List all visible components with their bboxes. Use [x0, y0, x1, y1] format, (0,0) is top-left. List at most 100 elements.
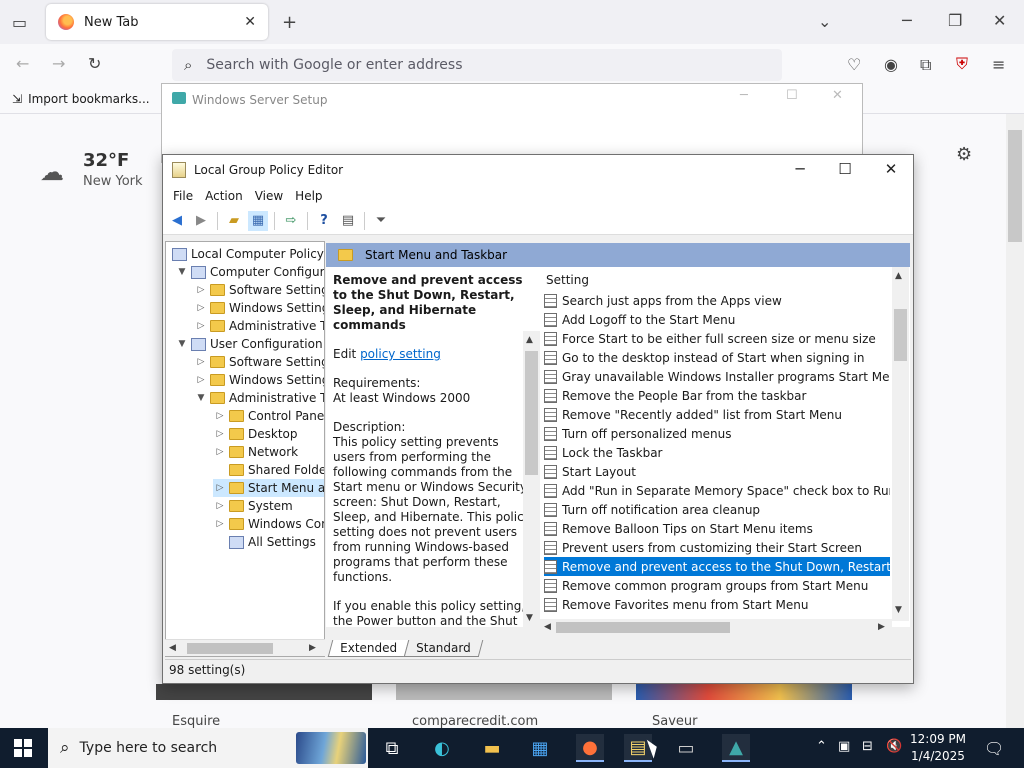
tree-item[interactable]: Shared Folders: [213, 461, 324, 479]
expand-icon[interactable]: ▷: [213, 519, 227, 529]
tab-standard[interactable]: Standard: [403, 640, 483, 657]
tree-item[interactable]: ▷ Network: [213, 443, 299, 461]
tree-item[interactable]: ▷ Windows Components: [213, 515, 324, 533]
gpe-close-icon[interactable]: ✕: [876, 160, 906, 178]
help-icon[interactable]: ?: [314, 211, 334, 231]
back-icon[interactable]: ←: [16, 54, 29, 73]
tree-scroll-thumb[interactable]: [187, 643, 273, 654]
show-hide-tree-icon[interactable]: ▦: [248, 210, 268, 231]
tile-image-saveur[interactable]: [636, 684, 852, 700]
volume-muted-icon[interactable]: 🔇: [886, 739, 902, 754]
up-folder-icon[interactable]: ▰: [224, 211, 244, 231]
policy-setting-row[interactable]: Remove Favorites menu from Start Menu: [544, 595, 890, 614]
tree-item[interactable]: ▷ Administrative Templates: [194, 317, 324, 335]
firefox-taskbar-icon[interactable]: ●: [576, 734, 604, 762]
ublock-icon[interactable]: ⛨: [956, 54, 968, 74]
start-button[interactable]: [14, 739, 32, 757]
policy-setting-row[interactable]: Go to the desktop instead of Start when …: [544, 348, 890, 367]
menu-view[interactable]: View: [249, 189, 289, 203]
tree-item[interactable]: ▼ User Configuration: [175, 335, 323, 353]
tab-extended[interactable]: Extended: [327, 640, 410, 657]
forward-arrow-icon[interactable]: ▶: [191, 211, 211, 231]
policy-setting-row[interactable]: Prevent users from customizing their Sta…: [544, 538, 890, 557]
page-scrollbar-thumb[interactable]: [1008, 130, 1022, 242]
filter-icon[interactable]: ⏷: [371, 211, 391, 231]
minimize-icon[interactable]: ─: [902, 11, 912, 30]
setup-maximize-icon[interactable]: ☐: [786, 88, 798, 103]
task-view-icon[interactable]: ⧉: [378, 734, 406, 762]
policy-setting-row[interactable]: Turn off personalized menus: [544, 424, 890, 443]
expand-icon[interactable]: ▷: [213, 447, 227, 457]
setup-taskbar-icon[interactable]: ▲: [722, 734, 750, 762]
terminal-icon[interactable]: ▭: [672, 734, 700, 762]
policy-setting-row[interactable]: Force Start to be either full screen siz…: [544, 329, 890, 348]
policy-setting-row[interactable]: Remove and prevent access to the Shut Do…: [544, 557, 890, 576]
expand-icon[interactable]: ▷: [194, 375, 208, 385]
tree-item[interactable]: ▷ Start Menu and Taskbar: [213, 479, 324, 497]
expand-icon[interactable]: ▷: [213, 483, 227, 493]
policy-setting-row[interactable]: Remove the People Bar from the taskbar: [544, 386, 890, 405]
column-header-setting[interactable]: Setting: [546, 273, 589, 287]
scroll-down-icon[interactable]: ▼: [526, 613, 533, 623]
tile-image-esquire[interactable]: [156, 684, 372, 700]
menu-icon[interactable]: ≡: [992, 55, 1005, 74]
policy-setting-row[interactable]: Remove common program groups from Start …: [544, 576, 890, 595]
back-arrow-icon[interactable]: ◀: [167, 211, 187, 231]
tree-horizontal-scrollbar[interactable]: ◀ ▶: [165, 639, 325, 656]
extensions-icon[interactable]: ⧉: [920, 55, 931, 75]
menu-help[interactable]: Help: [289, 189, 328, 203]
scroll-left-icon[interactable]: ◀: [544, 622, 551, 632]
tree-item[interactable]: ▷ System: [213, 497, 293, 515]
menu-action[interactable]: Action: [199, 189, 249, 203]
tree-item[interactable]: ▷ Software Settings: [194, 353, 324, 371]
collapse-icon[interactable]: ▼: [175, 267, 189, 277]
expand-icon[interactable]: ▷: [194, 357, 208, 367]
tree-item[interactable]: ▼ Administrative Templates: [194, 389, 324, 407]
scroll-right-icon[interactable]: ▶: [878, 622, 885, 632]
gpe-minimize-icon[interactable]: ─: [785, 160, 815, 178]
chevron-down-icon[interactable]: ⌄: [818, 12, 831, 31]
file-explorer-icon[interactable]: ▬: [478, 734, 506, 762]
close-tab-icon[interactable]: ✕: [244, 14, 256, 30]
expand-icon[interactable]: ▷: [194, 285, 208, 295]
edit-policy-link[interactable]: policy setting: [360, 347, 441, 361]
network-icon[interactable]: ⊟: [862, 739, 873, 754]
scroll-up-icon[interactable]: ▲: [526, 335, 533, 345]
account-icon[interactable]: ◉: [884, 55, 898, 74]
import-bookmarks-link[interactable]: Import bookmarks...: [28, 92, 150, 106]
policy-setting-row[interactable]: Gray unavailable Windows Installer progr…: [544, 367, 890, 386]
notifications-icon[interactable]: 🗨: [984, 739, 1004, 758]
search-highlight-image[interactable]: [296, 732, 366, 764]
store-icon[interactable]: ▦: [526, 734, 554, 762]
tile-image-comparecredit[interactable]: [396, 684, 612, 700]
setup-minimize-icon[interactable]: ─: [740, 88, 748, 103]
tree-item[interactable]: ▼ Computer Configuration: [175, 263, 324, 281]
policy-setting-row[interactable]: Remove "Recently added" list from Start …: [544, 405, 890, 424]
expand-icon[interactable]: ▷: [194, 303, 208, 313]
menu-file[interactable]: File: [167, 189, 199, 203]
tab-list-icon[interactable]: ▭: [12, 13, 27, 32]
scroll-down-icon[interactable]: ▼: [895, 605, 902, 615]
browser-tab[interactable]: New Tab ✕: [46, 4, 268, 40]
new-tab-icon[interactable]: +: [282, 12, 297, 33]
taskbar-clock[interactable]: 12:09 PM 1/4/2025: [906, 731, 970, 765]
policy-setting-row[interactable]: Start Layout: [544, 462, 890, 481]
expand-icon[interactable]: ▷: [194, 321, 208, 331]
tile-label-comparecredit[interactable]: comparecredit.com: [412, 714, 538, 729]
collapse-icon[interactable]: ▼: [175, 339, 189, 349]
maximize-icon[interactable]: ❐: [948, 11, 962, 30]
edge-icon[interactable]: ◐: [428, 734, 456, 762]
scroll-up-icon[interactable]: ▲: [895, 271, 902, 281]
scroll-left-icon[interactable]: ◀: [169, 643, 176, 653]
tree-item[interactable]: ▷ Windows Settings: [194, 299, 324, 317]
list-scroll-thumb[interactable]: [894, 309, 907, 361]
gpe-maximize-icon[interactable]: ☐: [830, 160, 860, 178]
policy-setting-row[interactable]: Add "Run in Separate Memory Space" check…: [544, 481, 890, 500]
policy-setting-row[interactable]: Turn off notification area cleanup: [544, 500, 890, 519]
tile-label-saveur[interactable]: Saveur: [652, 714, 698, 729]
list-horizontal-thumb[interactable]: [556, 622, 730, 633]
expand-icon[interactable]: ▷: [213, 411, 227, 421]
scroll-right-icon[interactable]: ▶: [309, 643, 316, 653]
gear-icon[interactable]: ⚙: [956, 144, 972, 165]
pocket-icon[interactable]: ♡: [847, 55, 861, 74]
